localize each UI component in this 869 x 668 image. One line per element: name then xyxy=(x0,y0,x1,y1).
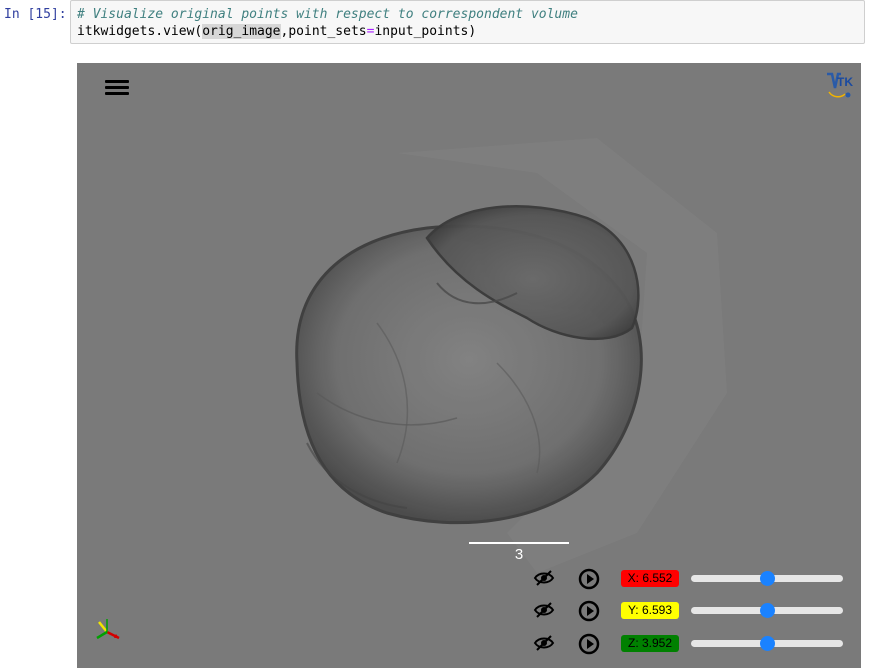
slice-row-x: X: 6.552 xyxy=(533,568,853,590)
x-slice-slider-thumb[interactable] xyxy=(760,571,775,586)
scale-bar-label: 3 xyxy=(514,546,524,563)
itk-viewer[interactable]: TK 3 X: 6.552 Y: 6.593 Z: 3.952 xyxy=(77,63,861,668)
y-coordinate-badge: Y: 6.593 xyxy=(621,602,679,619)
play-icon[interactable] xyxy=(578,568,600,590)
code-highlighted-variable: orig_image xyxy=(202,24,281,39)
cell-prompt: In [15]: xyxy=(4,7,67,22)
svg-text:TK: TK xyxy=(837,75,853,89)
hamburger-line xyxy=(105,86,129,89)
x-slice-slider[interactable] xyxy=(691,571,843,586)
menu-button[interactable] xyxy=(105,77,129,97)
itk-logo-icon: TK xyxy=(827,72,853,98)
eye-slash-icon[interactable] xyxy=(533,634,555,652)
y-slice-slider-thumb[interactable] xyxy=(760,603,775,618)
z-coordinate-badge: Z: 3.952 xyxy=(621,635,679,652)
code-cell-input[interactable]: # Visualize original points with respect… xyxy=(70,0,865,44)
play-icon[interactable] xyxy=(578,633,600,655)
y-slice-slider[interactable] xyxy=(691,603,843,618)
slice-row-y: Y: 6.593 xyxy=(533,600,853,622)
z-slice-slider-thumb[interactable] xyxy=(760,636,775,651)
code-mid: ,point_sets xyxy=(280,24,367,39)
hamburger-line xyxy=(105,92,129,95)
hamburger-menu-icon xyxy=(105,80,129,83)
eye-slash-icon[interactable] xyxy=(533,601,555,619)
z-slice-slider[interactable] xyxy=(691,636,843,651)
code-comment: # Visualize original points with respect… xyxy=(77,7,578,22)
code-suffix: input_points) xyxy=(374,24,477,39)
play-icon[interactable] xyxy=(578,600,600,622)
scale-bar xyxy=(469,542,569,544)
code-prefix: itkwidgets.view( xyxy=(77,24,203,39)
x-coordinate-badge: X: 6.552 xyxy=(621,570,679,587)
slice-row-z: Z: 3.952 xyxy=(533,633,853,655)
eye-slash-icon[interactable] xyxy=(533,569,555,587)
orientation-axes-icon xyxy=(96,619,120,640)
